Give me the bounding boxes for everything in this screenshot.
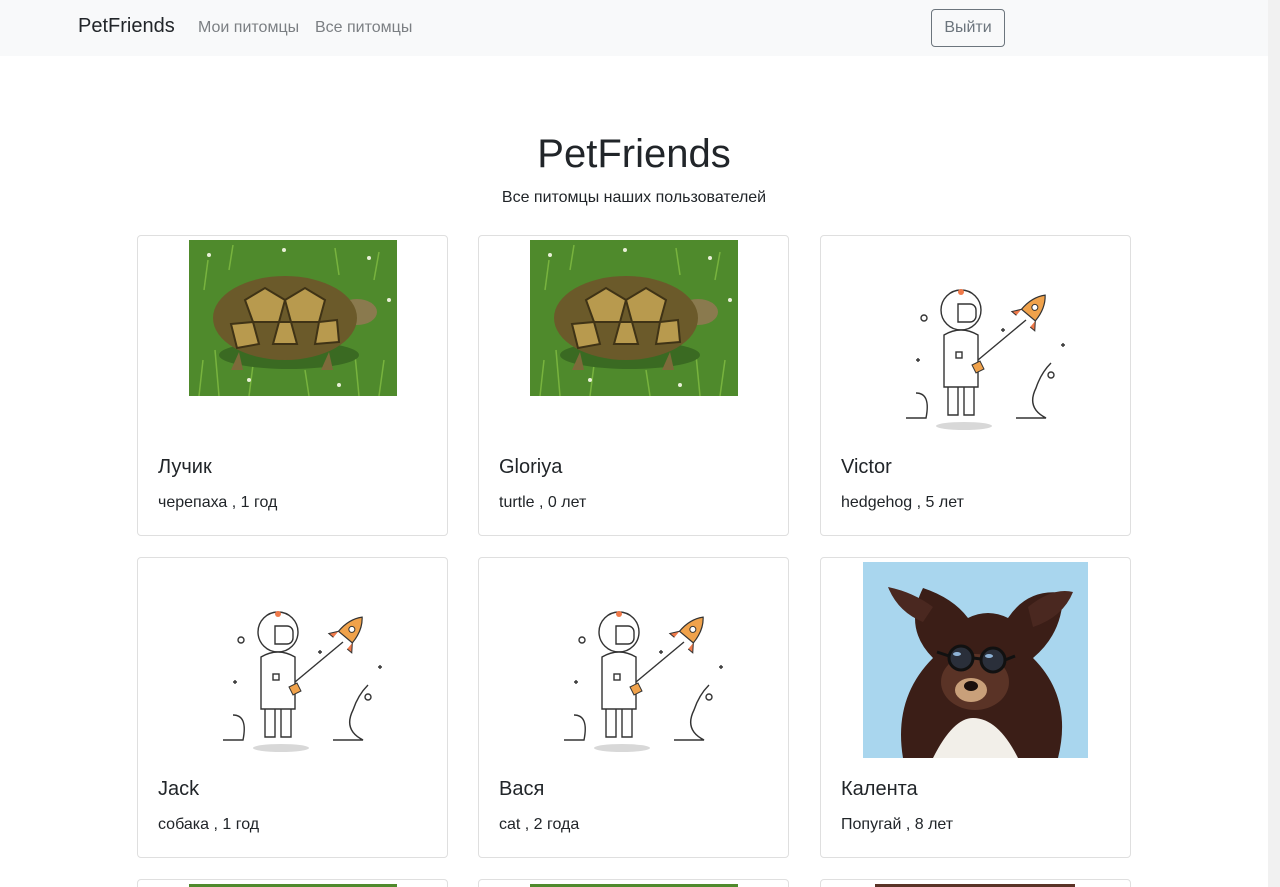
astronaut-placeholder-icon [222,611,382,752]
navbar: PetFriends Мои питомцы Все питомцы Выйти [0,0,1268,56]
pet-info: turtle , 0 лет [499,494,587,511]
pet-info: черепаха , 1 год [158,494,278,511]
pet-photo-turtle [188,240,397,396]
pet-info: собака , 1 год [158,816,260,833]
astronaut-placeholder-icon [905,289,1065,430]
brand-link[interactable]: PetFriends [78,15,175,38]
pet-card[interactable] [820,879,1131,887]
pet-name: Вася [499,778,545,800]
pet-name: Gloriya [499,456,563,478]
pet-photo-turtle [529,240,738,396]
pet-name: Jack [158,778,200,800]
pet-info: hedgehog , 5 лет [841,494,964,511]
nav-all-pets[interactable]: Все питомцы [315,19,412,37]
pet-card[interactable] [137,879,448,887]
pet-info: Попугай , 8 лет [841,816,954,833]
pet-info: cat , 2 года [499,816,580,833]
pet-card[interactable]: Gloriya turtle , 0 лет [478,235,789,536]
nav-my-pets[interactable]: Мои питомцы [198,19,299,37]
page-subtitle: Все питомцы наших пользователей [501,189,767,206]
logout-button[interactable]: Выйти [931,9,1005,47]
pet-card[interactable]: Калента Попугай , 8 лет [820,557,1131,858]
pet-name: Victor [841,456,892,478]
pet-name: Лучик [158,456,212,478]
pet-card[interactable]: Victor hedgehog , 5 лет [820,235,1131,536]
astronaut-placeholder-icon [563,611,723,752]
pet-card[interactable]: Вася cat , 2 года [478,557,789,858]
pet-photo-dog [863,562,1088,758]
pet-card[interactable]: Jack собака , 1 год [137,557,448,858]
page-title: PetFriends [537,132,731,176]
pet-card[interactable] [478,879,789,887]
pet-name: Калента [841,778,918,800]
page-scrollbar[interactable] [1268,0,1280,887]
pet-card[interactable]: Лучик черепаха , 1 год [137,235,448,536]
